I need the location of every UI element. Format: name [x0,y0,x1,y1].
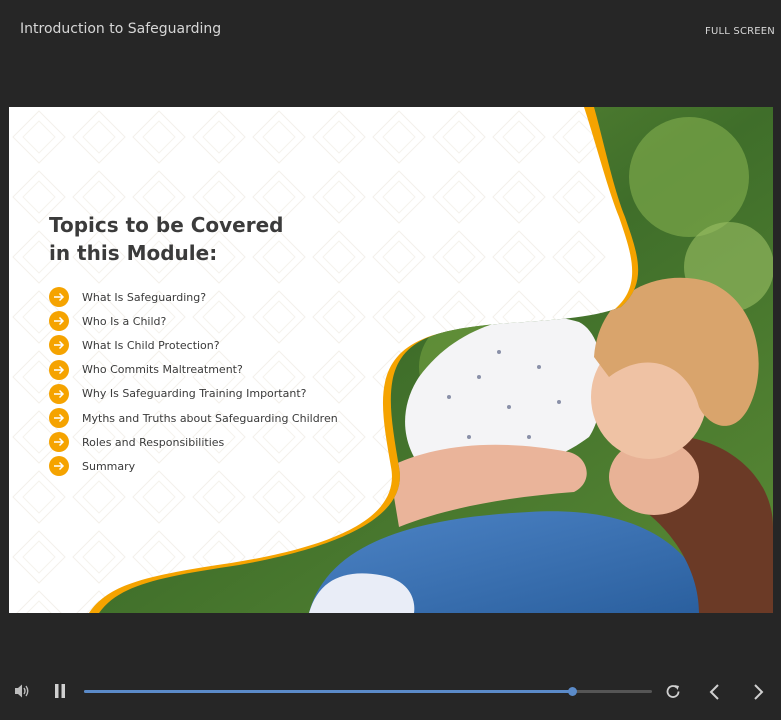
progress-bar[interactable] [84,687,652,696]
topic-label: Myths and Truths about Safeguarding Chil… [82,411,338,425]
topic-label: Why Is Safeguarding Training Important? [82,387,307,401]
topic-item[interactable]: Who Commits Maltreatment? [49,358,338,382]
topic-label: Who Is a Child? [82,314,167,328]
arrow-right-icon [49,359,69,380]
topic-label: Summary [82,459,136,473]
player-controls [0,672,781,712]
course-title: Introduction to Safeguarding [20,21,222,37]
topic-item[interactable]: Myths and Truths about Safeguarding Chil… [49,406,338,430]
replay-icon[interactable] [665,683,682,705]
topic-label: Who Commits Maltreatment? [82,363,243,377]
player-header: Introduction to Safeguarding FULL SCREEN [0,0,781,60]
topic-item[interactable]: Why Is Safeguarding Training Important? [49,382,338,406]
progress-fill [84,690,573,693]
topic-item[interactable]: Who Is a Child? [49,309,338,333]
slide-heading-line1: Topics to be Covered [49,213,284,237]
topic-list: What Is Safeguarding? Who Is a Child? Wh… [49,285,338,479]
arrow-right-icon [49,432,69,453]
topic-label: Roles and Responsibilities [82,435,225,449]
previous-icon[interactable] [708,683,722,706]
arrow-right-icon [49,408,69,429]
topic-item[interactable]: Roles and Responsibilities [49,430,338,454]
arrow-right-icon [49,383,69,404]
topic-item[interactable]: What Is Safeguarding? [49,285,338,309]
pause-icon[interactable] [54,683,66,704]
arrow-right-icon [49,311,69,332]
arrow-right-icon [49,335,69,356]
progress-handle[interactable] [568,687,578,696]
arrow-right-icon [49,456,69,477]
slide-heading-line2: in this Module: [49,241,218,265]
volume-icon[interactable] [13,683,31,704]
slide-content: Topics to be Covered in this Module: Wha… [9,107,773,613]
topic-label: What Is Child Protection? [82,338,220,352]
next-icon[interactable] [751,683,765,706]
topic-label: What Is Safeguarding? [82,290,207,304]
fullscreen-button[interactable]: FULL SCREEN [705,26,775,37]
arrow-right-icon [49,287,69,308]
topic-item[interactable]: Summary [49,454,338,478]
topic-item[interactable]: What Is Child Protection? [49,333,338,357]
slide-heading: Topics to be Covered in this Module: [49,211,369,267]
